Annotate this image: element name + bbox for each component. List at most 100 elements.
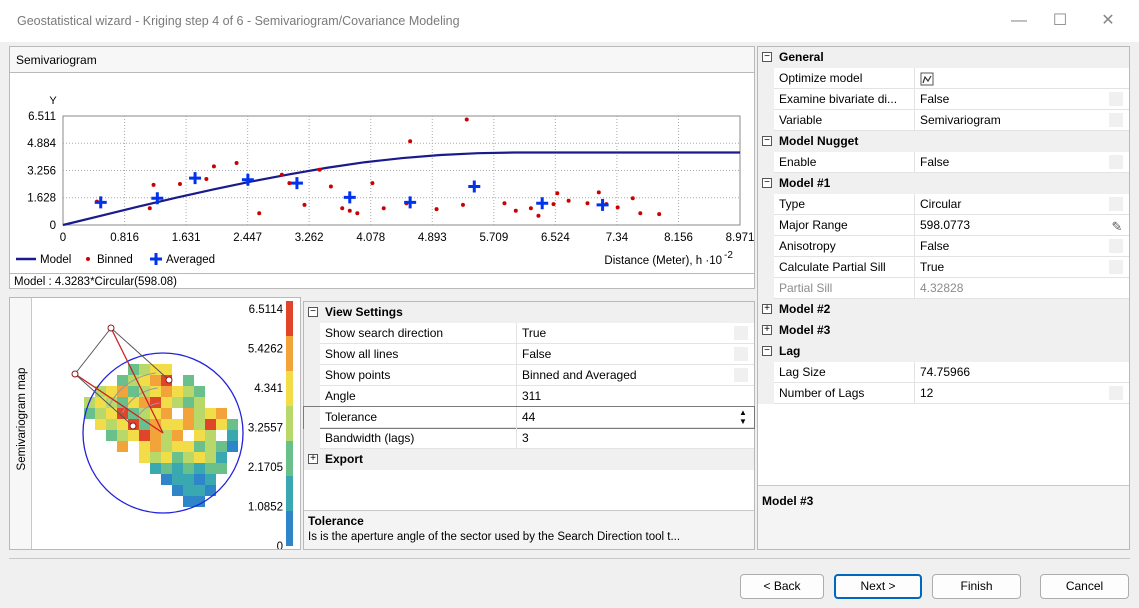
category-lag[interactable]: − Lag [758, 341, 1129, 362]
dropdown-button[interactable] [1109, 239, 1123, 253]
property-value[interactable]: True [920, 257, 1105, 278]
semivariogram-chart[interactable]: 0 0.816 1.631 2.447 3.262 4.078 4.893 5.709 6.52… [10, 74, 754, 274]
dropdown-button[interactable] [1109, 386, 1123, 400]
property-row[interactable]: Calculate Partial Sill True [758, 257, 1129, 278]
property-row[interactable]: Number of Lags 12 [758, 383, 1129, 404]
y-tick-label: 1.628 [27, 193, 56, 205]
property-value[interactable]: 311 [522, 386, 730, 407]
property-row[interactable]: Major Range 598.0773 ✎ [758, 215, 1129, 236]
property-value[interactable]: Semivariogram [920, 110, 1105, 131]
dropdown-button[interactable] [1109, 155, 1123, 169]
search-handle [107, 324, 115, 332]
expand-icon[interactable]: + [762, 304, 772, 314]
map-cell [172, 397, 183, 408]
property-row[interactable]: Bandwidth (lags) 3 [304, 428, 754, 449]
property-row[interactable]: Partial Sill 4.32828 [758, 278, 1129, 299]
category-model-3[interactable]: + Model #3 [758, 320, 1129, 341]
property-row[interactable]: Anisotropy False [758, 236, 1129, 257]
dropdown-button[interactable] [1109, 92, 1123, 106]
optimize-model-button[interactable] [920, 68, 1105, 89]
next-button[interactable]: Next > [834, 574, 922, 599]
model-description-title: Model #3 [762, 494, 814, 508]
category-model-nugget[interactable]: − Model Nugget [758, 131, 1129, 152]
map-cell [172, 419, 183, 430]
property-value[interactable]: 74.75966 [920, 362, 1105, 383]
property-row[interactable]: Type Circular [758, 194, 1129, 215]
map-cell [205, 474, 216, 485]
legend-binned-label: Binned [97, 254, 133, 266]
expand-icon[interactable]: + [308, 454, 318, 464]
map-cell [194, 419, 205, 430]
map-cell [194, 463, 205, 474]
property-value[interactable]: True [522, 323, 730, 344]
property-value[interactable]: Binned and Averaged [522, 365, 730, 386]
property-value[interactable]: 12 [920, 383, 1105, 404]
property-value[interactable]: False [522, 344, 730, 365]
property-value[interactable]: 598.0773 [920, 215, 1105, 236]
property-row[interactable]: Show points Binned and Averaged [304, 365, 754, 386]
finish-button[interactable]: Finish [932, 574, 1021, 599]
map-cell [117, 441, 128, 452]
binned-point [551, 202, 556, 207]
property-row[interactable]: Angle 311 [304, 386, 754, 407]
property-value[interactable]: Circular [920, 194, 1105, 215]
category-general[interactable]: − General [758, 47, 1129, 68]
property-row[interactable]: Show all lines False [304, 344, 754, 365]
binned-point [279, 172, 284, 177]
binned-point [434, 207, 439, 212]
y-tick-label: 6.511 [28, 111, 56, 123]
dropdown-button[interactable] [734, 368, 748, 382]
property-value[interactable]: False [920, 89, 1105, 110]
property-name: Angle [325, 389, 356, 403]
category-model-1[interactable]: − Model #1 [758, 173, 1129, 194]
x-tick-label: 4.893 [418, 232, 447, 244]
category-model-2[interactable]: + Model #2 [758, 299, 1129, 320]
help-pane: Tolerance Is is the aperture angle of th… [304, 511, 754, 549]
property-row[interactable]: Lag Size 74.75966 [758, 362, 1129, 383]
dropdown-button[interactable] [1109, 113, 1123, 127]
property-row[interactable]: Optimize model [758, 68, 1129, 89]
property-value[interactable]: 44 [522, 407, 730, 428]
maximize-icon[interactable]: ☐ [1040, 8, 1080, 34]
map-side-label-bar: Semivariogram map [10, 298, 32, 549]
collapse-icon[interactable]: − [762, 52, 772, 62]
collapse-icon[interactable]: − [762, 136, 772, 146]
back-button[interactable]: < Back [740, 574, 824, 599]
dropdown-button[interactable] [1109, 260, 1123, 274]
cancel-button[interactable]: Cancel [1040, 574, 1129, 599]
property-value[interactable]: False [920, 236, 1105, 257]
collapse-icon[interactable]: − [308, 307, 318, 317]
map-cell [161, 419, 172, 430]
scale-bar-segment [286, 371, 293, 406]
property-row[interactable]: Tolerance 44 ▲ ▼ [303, 406, 755, 429]
property-value[interactable]: False [920, 152, 1105, 173]
dropdown-button[interactable] [734, 326, 748, 340]
binned-point [528, 206, 533, 211]
property-row[interactable]: Examine bivariate di... False [758, 89, 1129, 110]
binned-point [464, 117, 469, 122]
binned-point [355, 211, 360, 216]
category-view-settings[interactable]: − View Settings [304, 302, 754, 323]
category-export[interactable]: + Export [304, 449, 754, 470]
binned-point [381, 206, 386, 211]
close-icon[interactable]: ✕ [1088, 8, 1128, 34]
property-row[interactable]: Show search direction True [304, 323, 754, 344]
expand-icon[interactable]: + [762, 325, 772, 335]
map-cell [106, 430, 117, 441]
edit-icon[interactable]: ✎ [1109, 216, 1125, 235]
collapse-icon[interactable]: − [762, 178, 772, 188]
property-row[interactable]: Enable False [758, 152, 1129, 173]
property-row[interactable]: Variable Semivariogram [758, 110, 1129, 131]
map-cell [216, 408, 227, 419]
map-cell [183, 375, 194, 386]
binned-point [536, 213, 541, 218]
spinner-icon[interactable]: ▲ ▼ [736, 408, 750, 427]
dropdown-button[interactable] [734, 347, 748, 361]
minimize-icon[interactable]: — [999, 8, 1039, 34]
binned-point [204, 176, 209, 181]
property-value[interactable]: 4.32828 [920, 278, 1105, 299]
semivariogram-map[interactable]: 6.5114 5.4262 4.341 3.2557 2.1705 1.0852 0 [33, 298, 301, 549]
collapse-icon[interactable]: − [762, 346, 772, 356]
property-value[interactable]: 3 [522, 428, 730, 449]
dropdown-button[interactable] [1109, 197, 1123, 211]
